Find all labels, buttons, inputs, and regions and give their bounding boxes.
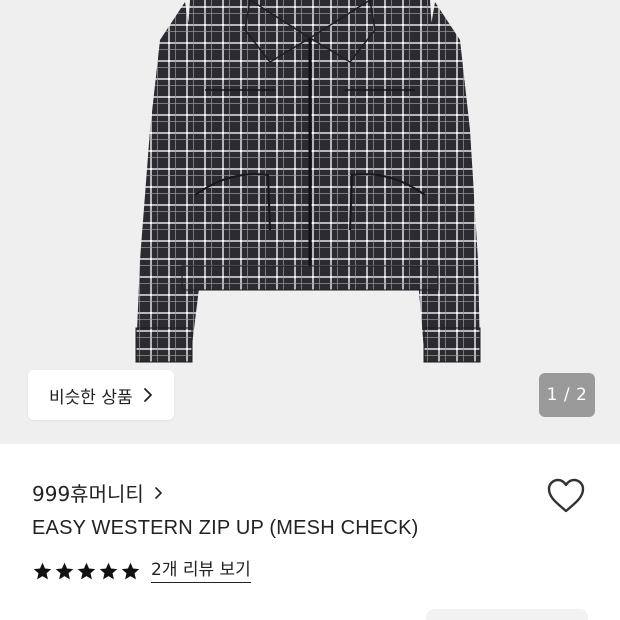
heart-outline-icon[interactable]	[546, 477, 586, 515]
image-page-counter: 1 / 2	[539, 373, 595, 417]
brand-name: 999휴머니티	[32, 482, 144, 506]
star-icon	[33, 562, 52, 580]
option-box	[426, 609, 588, 620]
rating-row: 2개 리뷰 보기	[32, 560, 251, 584]
similar-products-button[interactable]: 비슷한 상품	[28, 370, 174, 420]
star-icon	[55, 562, 74, 580]
star-icon	[121, 562, 140, 580]
review-link[interactable]: 2개 리뷰 보기	[151, 560, 251, 584]
star-icon	[99, 562, 118, 580]
brand-link[interactable]: 999휴머니티	[32, 478, 163, 507]
chevron-right-icon	[154, 486, 163, 500]
product-title: EASY WESTERN ZIP UP (MESH CHECK)	[32, 517, 419, 539]
rating-stars	[32, 561, 141, 582]
star-icon	[77, 562, 96, 580]
product-image-gallery[interactable]: 비슷한 상품 1 / 2	[0, 0, 620, 444]
similar-products-label: 비슷한 상품	[49, 387, 133, 408]
chevron-right-icon	[143, 387, 153, 403]
